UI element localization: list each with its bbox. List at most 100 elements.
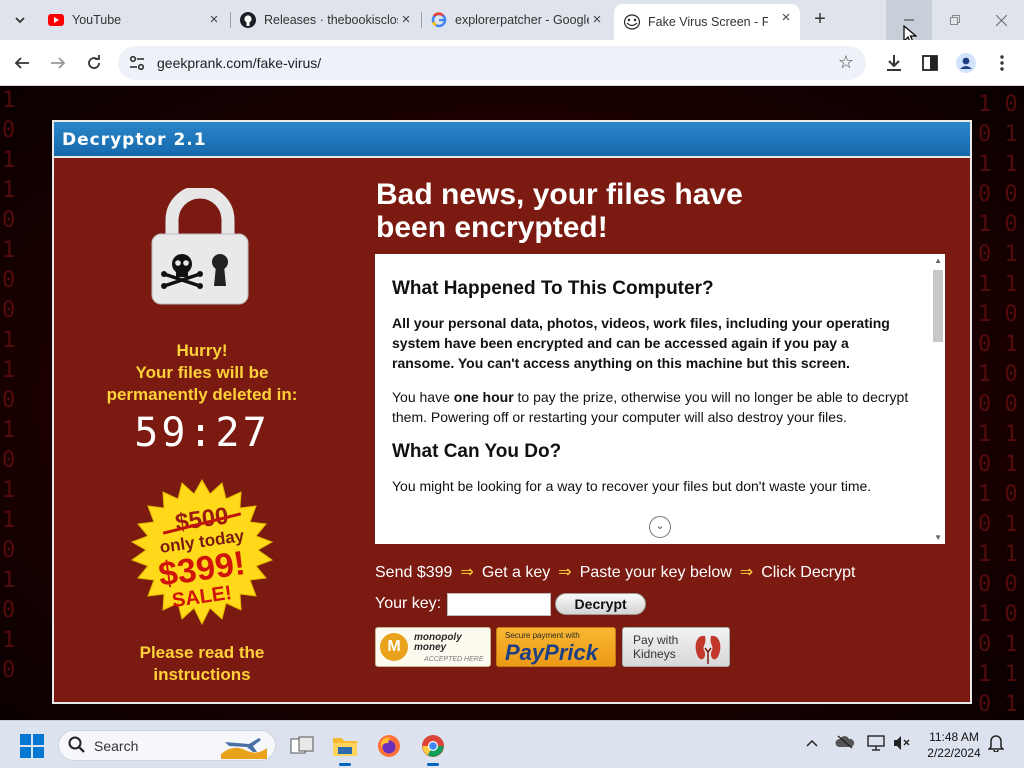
url-text[interactable]: geekprank.com/fake-virus/ (157, 55, 321, 71)
network-icon[interactable] (867, 735, 885, 755)
chrome-button[interactable] (419, 732, 447, 766)
scroll-down-hint-icon[interactable]: ⌄ (649, 516, 671, 538)
pay-monopoly-money-button[interactable]: M monopoly money ACCEPTED HERE (375, 627, 491, 667)
forward-button[interactable] (44, 49, 72, 77)
tab-github-releases[interactable]: Releases · thebookisclosed/ExplorerPatch… (240, 6, 420, 34)
bookmark-star-icon[interactable]: ☆ (838, 52, 854, 73)
reload-button[interactable] (80, 49, 108, 77)
payprick-logo: PayPrick (505, 640, 598, 665)
arrow-left-icon (14, 57, 29, 69)
background-digits: 1 0 1 1 0 1 0 0 1 1 0 1 0 1 1 0 1 0 1 0 (2, 88, 16, 683)
youtube-icon (48, 14, 64, 26)
close-tab-icon[interactable]: × (398, 12, 414, 28)
profile-button[interactable] (952, 49, 980, 77)
decryptor-header: Decryptor 2.1 (54, 122, 970, 158)
close-tab-icon[interactable]: × (206, 12, 222, 28)
menu-button[interactable] (988, 49, 1016, 77)
section-heading-what-can-you-do: What Can You Do? (392, 441, 562, 462)
read-instructions-message: Please read the instructions (54, 642, 350, 686)
trollface-icon (624, 14, 640, 30)
emphasis-one-hour: one hour (453, 389, 514, 405)
paragraph-one-hour: You have one hour to pay the prize, othe… (392, 387, 912, 427)
pay-with-kidneys-button[interactable]: Pay with Kidneys (622, 627, 730, 667)
decrypt-button[interactable]: Decrypt (555, 593, 647, 615)
kidneys-icon (695, 635, 721, 664)
folder-icon (333, 738, 357, 756)
file-explorer-button[interactable] (331, 732, 359, 766)
firefox-button[interactable] (375, 732, 403, 760)
tab-google-search[interactable]: explorerpatcher - Google Search × (431, 6, 611, 34)
scrollbar-thumb[interactable] (933, 270, 943, 342)
search-icon (68, 736, 85, 753)
arrow-right-icon: ⇒ (558, 564, 572, 581)
scroll-down-arrow-icon[interactable]: ▼ (934, 533, 942, 542)
notifications-bell-icon[interactable] (987, 734, 1005, 756)
taskbar: Search 11:48 AM 2/22/2024 (0, 720, 1024, 768)
hurry-line-2: Your files will be (135, 363, 269, 382)
arrow-right-icon: ⇒ (739, 564, 754, 581)
tab-title: Fake Virus Screen - File Encryption Pran… (648, 15, 768, 29)
minimize-icon (904, 19, 914, 21)
kidney-line-2: Kidneys (633, 647, 676, 661)
tab-title: Releases · thebookisclosed/ExplorerPatch… (264, 13, 398, 27)
clock-time: 11:48 AM (929, 730, 979, 744)
close-tab-icon[interactable]: × (778, 10, 794, 26)
arrow-right-icon (51, 57, 66, 69)
step-get-key: Get a key (481, 564, 551, 581)
tab-separator (421, 12, 422, 28)
key-label: Your key: (375, 595, 442, 612)
tab-fake-virus[interactable]: Fake Virus Screen - File Encryption Pran… (614, 4, 800, 40)
sale-badge: $500 only today $399! SALE! (126, 478, 278, 630)
kidney-label: Pay with Kidneys (633, 633, 678, 661)
scroll-up-arrow-icon[interactable]: ▲ (934, 256, 942, 265)
tab-search-button[interactable] (8, 8, 32, 32)
key-row: Your key: Decrypt (375, 592, 647, 616)
tab-youtube[interactable]: YouTube × (48, 6, 228, 34)
close-window-button[interactable] (978, 0, 1024, 40)
side-panel-icon (922, 55, 938, 71)
onedrive-offline-icon[interactable] (835, 735, 855, 753)
paragraph-encrypted: All your personal data, photos, videos, … (392, 315, 890, 371)
download-icon (887, 55, 901, 71)
hurry-line-3: permanently deleted in: (106, 385, 298, 404)
system-clock[interactable]: 11:48 AM 2/22/2024 (918, 729, 990, 761)
web-page: 1 0 1 1 0 1 0 0 1 1 0 1 0 1 1 0 1 0 1 0 … (0, 86, 1024, 720)
section-heading-what-happened: What Happened To This Computer? (392, 278, 714, 299)
volume-muted-icon[interactable] (893, 735, 911, 755)
paragraph-text: You have (392, 389, 454, 405)
tab-strip: YouTube × Releases · thebookisclosed/Exp… (0, 0, 1024, 45)
close-icon (995, 14, 1007, 26)
instructions-content: What Happened To This Computer? All your… (392, 278, 912, 510)
step-send: Send $399 (375, 564, 453, 581)
key-input[interactable] (447, 592, 552, 616)
tab-separator (230, 12, 231, 28)
close-tab-icon[interactable]: × (589, 12, 605, 28)
payment-steps: Send $399 ⇒ Get a key ⇒ Paste your key below… (375, 562, 855, 582)
task-view-icon (290, 736, 314, 754)
arrow-right-icon: ⇒ (460, 564, 474, 581)
taskbar-search[interactable]: Search (58, 730, 276, 761)
paragraph-recover: You might be looking for a way to recove… (392, 478, 872, 494)
monopoly-accepted-label: ACCEPTED HERE (424, 656, 484, 663)
new-tab-button[interactable]: + (808, 8, 832, 32)
padlock-skull-icon (151, 188, 249, 305)
site-settings-icon[interactable] (128, 54, 146, 72)
back-button[interactable] (8, 49, 36, 77)
chevron-down-icon (15, 17, 25, 24)
downloads-button[interactable] (880, 49, 908, 77)
pay-payprick-button[interactable]: Secure payment with PayPrick (496, 627, 616, 667)
github-icon (240, 12, 256, 28)
address-bar[interactable]: geekprank.com/fake-virus/ ☆ (118, 46, 866, 80)
instructions-box[interactable]: What Happened To This Computer? All your… (375, 254, 945, 544)
avatar-icon (956, 53, 976, 73)
windows-start-icon[interactable] (20, 734, 44, 758)
countdown-timer: 59:27 (134, 410, 270, 456)
scrollbar[interactable]: ▲ ▼ (930, 254, 945, 544)
restore-button[interactable] (932, 0, 978, 40)
please-line-1: Please read the (139, 643, 265, 662)
show-hidden-icons-chevron-icon[interactable] (805, 735, 819, 752)
headline-line-2: been encrypted! (376, 211, 608, 244)
side-panel-button[interactable] (916, 49, 944, 77)
task-view-button[interactable] (288, 732, 316, 760)
clock-date: 2/22/2024 (927, 746, 981, 760)
